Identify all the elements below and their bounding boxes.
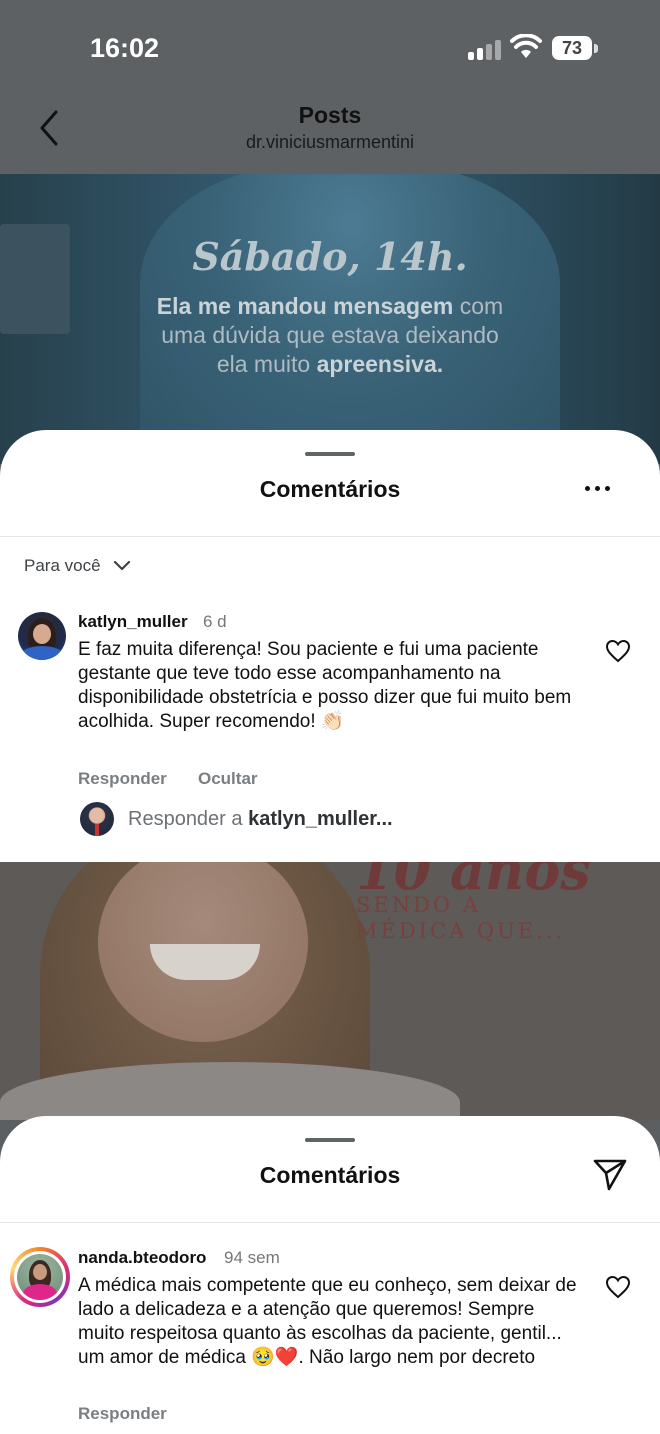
comment-timestamp: 6 d (203, 612, 227, 631)
reply-button[interactable]: Responder (78, 769, 167, 789)
page-subtitle-username[interactable]: dr.viniciusmarmentini (0, 132, 660, 153)
comments-sheet-1: Comentários Para você katlyn_muller 6 d … (0, 430, 660, 862)
overlay-sub-line1: SENDO A (356, 893, 481, 917)
reply-prompt-prefix: Responder a (128, 808, 249, 830)
overlay-sub-line2: MÉDICA QUE... (356, 919, 566, 943)
comments-sheet-2: Comentários nanda.bteodoro 94 sem A médi… (0, 1116, 660, 1434)
battery-nub (594, 44, 598, 53)
more-options-icon[interactable] (585, 486, 611, 492)
heart-icon[interactable] (605, 639, 631, 663)
overlay-line1-bold: Ela me mandou mensagem (156, 293, 454, 319)
send-icon[interactable] (592, 1158, 628, 1192)
status-time: 16:02 (90, 33, 160, 63)
overlay-line2: uma dúvida que estava deixando (161, 322, 499, 348)
sheet-title: Comentários (259, 476, 401, 502)
avatar[interactable] (17, 1254, 63, 1300)
sheet-divider (0, 1222, 660, 1223)
post-overlay-text: Ela me mandou mensagem com uma dúvida qu… (0, 292, 660, 379)
sheet-title: Comentários (259, 1162, 401, 1188)
chevron-down-icon (113, 560, 130, 571)
reply-prompt-user: katlyn_muller... (248, 808, 393, 830)
sheet-divider (0, 536, 660, 537)
reply-input[interactable]: Responder a katlyn_muller... (128, 808, 393, 831)
post-overlay-heading: Sábado, 14h. (192, 234, 468, 279)
overlay-line3-start: ela muito (216, 351, 317, 377)
sheet-grabber[interactable] (305, 1138, 355, 1142)
post-overlay-sub: SENDO A MÉDICA QUE... (356, 892, 565, 944)
comment-text: E faz muita diferença! Sou paciente e fu… (78, 639, 572, 732)
overlay-line1-rest: com (453, 293, 504, 319)
overlay-line3-bold: apreensiva. (316, 351, 444, 377)
comment-text: A médica mais competente que eu conheço,… (78, 1275, 577, 1368)
nav-header: Posts dr.viniciusmarmentini (0, 90, 660, 174)
status-bar: 16:02 73 (0, 0, 660, 90)
hide-button[interactable]: Ocultar (198, 769, 258, 789)
wifi-icon (510, 34, 542, 58)
comment-filter-dropdown[interactable]: Para você (24, 556, 131, 576)
avatar[interactable] (18, 612, 66, 660)
heart-icon[interactable] (605, 1275, 631, 1299)
cellular-signal-icon (468, 38, 504, 60)
page-title: Posts (298, 102, 362, 128)
avatar (80, 802, 114, 836)
battery-indicator: 73 (552, 36, 592, 60)
filter-label: Para você (24, 556, 101, 575)
reply-button[interactable]: Responder (78, 1404, 167, 1424)
comment-timestamp: 94 sem (224, 1248, 280, 1267)
post-image-woman-doctor: 10 anos SENDO A MÉDICA QUE... (0, 862, 660, 1120)
post-image-doctor: Sábado, 14h. Ela me mandou mensagem com … (0, 174, 660, 464)
comment-username[interactable]: katlyn_muller (78, 612, 188, 632)
comment-username[interactable]: nanda.bteodoro (78, 1248, 206, 1268)
sheet-grabber[interactable] (305, 452, 355, 456)
